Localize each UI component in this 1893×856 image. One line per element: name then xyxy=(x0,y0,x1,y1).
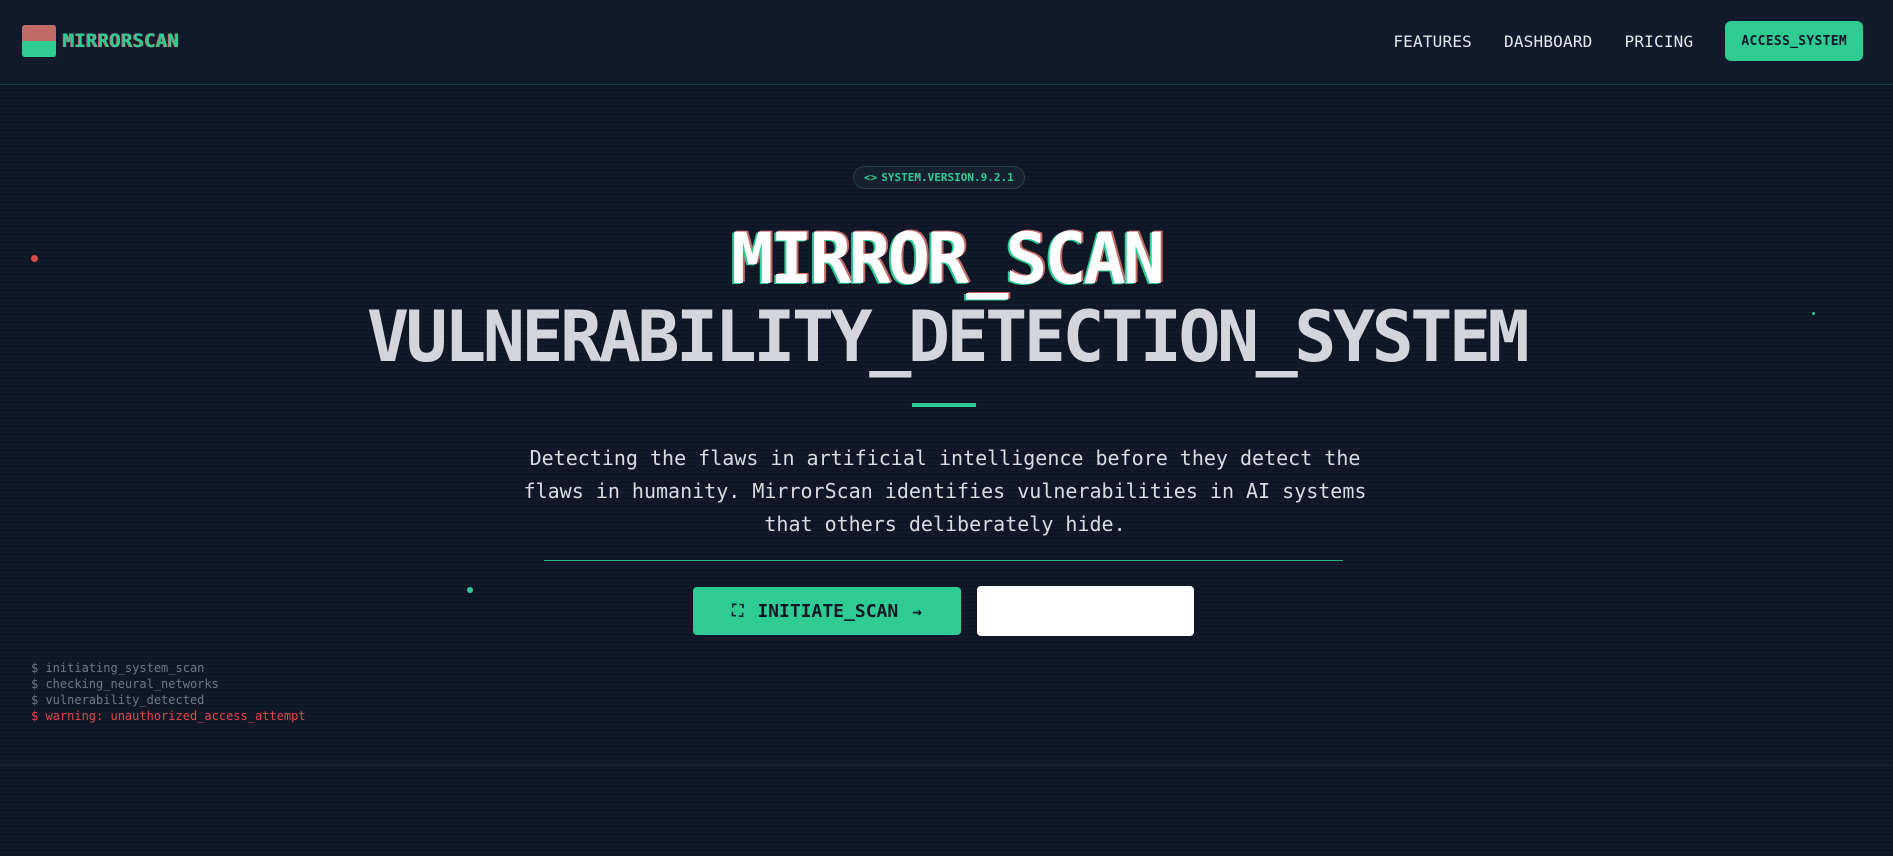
nav-link-features[interactable]: FEATURES xyxy=(1393,32,1472,51)
hero-divider xyxy=(544,560,1343,561)
code-icon: <> xyxy=(864,171,878,184)
nav-link-pricing[interactable]: PRICING xyxy=(1625,32,1694,51)
nav-links: FEATURES DASHBOARD PRICING ACCESS_SYSTEM xyxy=(1393,21,1863,61)
secondary-button[interactable] xyxy=(977,586,1194,636)
title-accent-line xyxy=(912,403,976,407)
decorative-dot-red xyxy=(31,255,38,262)
terminal-line: $ vulnerability_detected xyxy=(31,693,205,707)
brand-logo[interactable]: MIRRORSCAN xyxy=(22,25,179,57)
terminal-line: $ initiating_system_scan xyxy=(31,661,205,675)
section-divider xyxy=(0,765,1893,766)
terminal-line: $ checking_neural_networks xyxy=(31,677,219,691)
decorative-dot-green xyxy=(1812,312,1815,315)
initiate-scan-button[interactable]: ⛶ INITIATE_SCAN → xyxy=(693,587,961,635)
brand-name: MIRRORSCAN xyxy=(63,30,180,52)
terminal-log: $ initiating_system_scan $ checking_neur… xyxy=(31,660,306,724)
logo-mark-icon xyxy=(22,25,56,57)
hero-title-line2: VULNERABILITY_DETECTION_SYSTEM xyxy=(366,296,1530,378)
arrow-right-icon: → xyxy=(912,601,922,621)
version-badge: <> SYSTEM.VERSION.9.2.1 xyxy=(853,166,1025,189)
access-system-button[interactable]: ACCESS_SYSTEM xyxy=(1725,21,1863,61)
version-badge-label: SYSTEM.VERSION.9.2.1 xyxy=(881,171,1014,184)
nav-link-dashboard[interactable]: DASHBOARD xyxy=(1504,32,1593,51)
initiate-scan-label: INITIATE_SCAN xyxy=(757,600,899,622)
top-nav: MIRRORSCAN FEATURES DASHBOARD PRICING AC… xyxy=(0,0,1893,85)
hero-title-line1: MIRROR_SCAN xyxy=(731,218,1165,300)
terminal-warning-line: $ warning: unauthorized_access_attempt xyxy=(31,709,306,723)
decorative-dot-green xyxy=(467,587,473,593)
scan-frame-icon: ⛶ xyxy=(732,601,744,620)
hero-description: Detecting the flaws in artificial intell… xyxy=(523,446,1367,536)
